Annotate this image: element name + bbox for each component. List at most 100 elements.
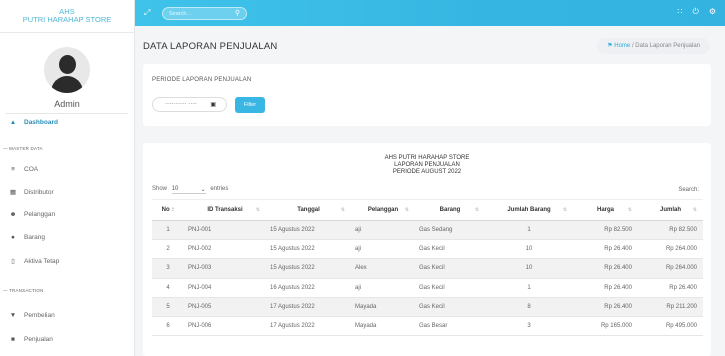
cell-item: Gas Kecil (415, 297, 485, 317)
cell-date: 17 Agustus 2022 (266, 297, 351, 317)
expand-icon[interactable]: ⤢ (144, 8, 150, 18)
table-row: 5 PNJ-005 17 Agustus 2022 Mayada Gas Kec… (152, 297, 703, 317)
sidebar-item-label: Penjualan (24, 336, 53, 343)
cell-date: 17 Agustus 2022 (266, 316, 351, 337)
calendar-icon[interactable]: ▣ (210, 101, 216, 108)
column-header-pelanggan[interactable]: Pelanggan ⇅ (351, 199, 415, 221)
filter-label: PERIODE LAPORAN PENJUALAN (152, 77, 252, 83)
sidebar-item-dashboard[interactable]: ▲ Dashboard (8, 119, 58, 126)
cell-no: 6 (152, 316, 184, 337)
power-icon[interactable]: ⏻ (693, 7, 699, 17)
cart-icon: ▼ (9, 312, 17, 319)
book-icon: ▦ (9, 189, 17, 196)
top-navbar: ⤢ ⚲ ∷ ⏻ ⚙ (135, 0, 725, 26)
table-row: 2 PNJ-002 15 Agustus 2022 aji Gas Kecil … (152, 239, 703, 260)
period-month-input[interactable]: ---------- ---- ▣ (152, 97, 227, 112)
sidebar-item-label: Pelanggan (24, 211, 56, 218)
cell-customer: Mayada (351, 316, 415, 337)
brand-logo[interactable]: AHS PUTRI HARAHAP STORE (0, 0, 134, 33)
cell-customer: aji (351, 239, 415, 260)
sidebar: AHS PUTRI HARAHAP STORE Admin ▲ Dashboar… (0, 0, 135, 356)
sidebar-item-pelanggan[interactable]: ☻ Pelanggan (8, 211, 56, 218)
sidebar-item-label: Distributor (24, 188, 54, 196)
grid-icon[interactable]: ∷ (677, 7, 682, 17)
cell-id: PNJ-003 (184, 258, 266, 279)
column-label: Barang (439, 207, 461, 213)
sort-asc-icon: ↑ (171, 207, 175, 213)
search-input[interactable] (169, 9, 229, 19)
show-label: Show (152, 186, 168, 192)
cell-total: Rp 264.000 (638, 258, 703, 279)
cell-id: PNJ-004 (184, 278, 266, 298)
column-header-no[interactable]: No ↑ (152, 199, 184, 221)
cell-item: Gas Sedang (415, 220, 485, 241)
divider (6, 113, 128, 114)
table-row: 4 PNJ-004 16 Agustus 2022 aji Gas Kecil … (152, 278, 703, 298)
search-box[interactable]: ⚲ (162, 7, 247, 20)
date-placeholder: ---------- ---- (165, 101, 198, 107)
sidebar-item-aktiva-tetap[interactable]: ▯ Aktiva Tetap (8, 257, 59, 266)
cell-price: Rp 26.400 (573, 297, 638, 317)
column-label: ID Transaksi (207, 207, 243, 213)
section-label: TRANSACTION (9, 288, 44, 293)
entries-select[interactable]: 10 ⌄ (171, 186, 206, 194)
sidebar-item-penjualan[interactable]: ■ Penjualan (8, 336, 53, 343)
sidebar-item-barang[interactable]: ● Barang (8, 234, 45, 241)
cell-qty: 1 (485, 278, 573, 298)
cell-id: PNJ-001 (184, 220, 266, 241)
sidebar-item-pembelian[interactable]: ▼ Pembelian (8, 312, 55, 319)
column-label: Jumlah (659, 207, 681, 213)
cell-no: 5 (152, 297, 184, 317)
cell-qty: 10 (485, 258, 573, 279)
breadcrumb-home[interactable]: ⚑ Home (607, 43, 630, 49)
sort-icon: ⇅ (255, 207, 260, 213)
table-row: 6 PNJ-006 17 Agustus 2022 Mayada Gas Bes… (152, 316, 703, 337)
column-header-tanggal[interactable]: Tanggal ⇅ (266, 199, 351, 221)
sidebar-item-label: Dashboard (24, 119, 58, 126)
report-store-name: AHS PUTRI HARAHAP STORE (384, 155, 470, 161)
table-search-label: Search: (678, 187, 699, 193)
page-title: DATA LAPORAN PENJUALAN (143, 41, 278, 52)
column-header-barang[interactable]: Barang ⇅ (415, 199, 485, 221)
cell-total: Rp 211.200 (638, 297, 703, 317)
gear-icon[interactable]: ⚙ (709, 7, 716, 17)
cell-price: Rp 82.500 (573, 220, 638, 241)
entries-value: 10 (171, 186, 179, 192)
cell-qty: 1 (485, 220, 573, 241)
sidebar-item-distributor[interactable]: ▦ Distributor (8, 188, 54, 197)
cell-date: 16 Agustus 2022 (266, 278, 351, 298)
search-icon[interactable]: ⚲ (235, 9, 240, 17)
top-actions: ∷ ⏻ ⚙ (677, 7, 716, 17)
cell-total: Rp 495.000 (638, 316, 703, 337)
cell-customer: aji (351, 278, 415, 298)
report-title: LAPORAN PENJUALAN (394, 162, 460, 168)
sidebar-item-label: Barang (24, 234, 45, 241)
report-period: PERIODE AUGUST 2022 (392, 169, 462, 175)
table-header-row: No ↑ ID Transaksi ⇅ Tanggal ⇅ Pelanggan ⇅ B… (152, 199, 703, 221)
brand-line2: PUTRI HARAHAP STORE (22, 15, 112, 24)
column-header-jumlah[interactable]: Jumlah ⇅ (638, 199, 703, 221)
breadcrumb: ⚑ Home / Data Laporan Penjualan (597, 38, 710, 54)
box-icon: ● (11, 234, 15, 241)
breadcrumb-current: Data Laporan Penjualan (635, 43, 700, 49)
sidebar-item-label: COA (24, 166, 39, 173)
cell-no: 4 (152, 278, 184, 298)
column-header-id[interactable]: ID Transaksi ⇅ (184, 199, 266, 221)
column-label: Jumlah Barang (507, 207, 551, 213)
column-header-harga[interactable]: Harga ⇅ (573, 199, 638, 221)
filter-card: PERIODE LAPORAN PENJUALAN ---------- ---… (143, 64, 711, 126)
users-icon: ☻ (9, 211, 17, 218)
column-header-jumlah-barang[interactable]: Jumlah Barang ⇅ (485, 199, 573, 221)
cell-price: Rp 165.000 (573, 316, 638, 337)
cell-date: 15 Agustus 2022 (266, 239, 351, 260)
cell-item: Gas Kecil (415, 278, 485, 298)
shop-icon: ■ (11, 336, 15, 343)
cell-item: Gas Besar (415, 316, 485, 337)
section-transaction: — TRANSACTION (3, 288, 44, 293)
cell-no: 1 (152, 220, 184, 241)
cell-customer: Alex (351, 258, 415, 279)
sort-icon: ⇅ (474, 207, 479, 213)
sidebar-item-coa[interactable]: ≡ COA (8, 166, 38, 173)
filter-button[interactable]: Filter (235, 97, 265, 113)
cell-qty: 10 (485, 239, 573, 260)
